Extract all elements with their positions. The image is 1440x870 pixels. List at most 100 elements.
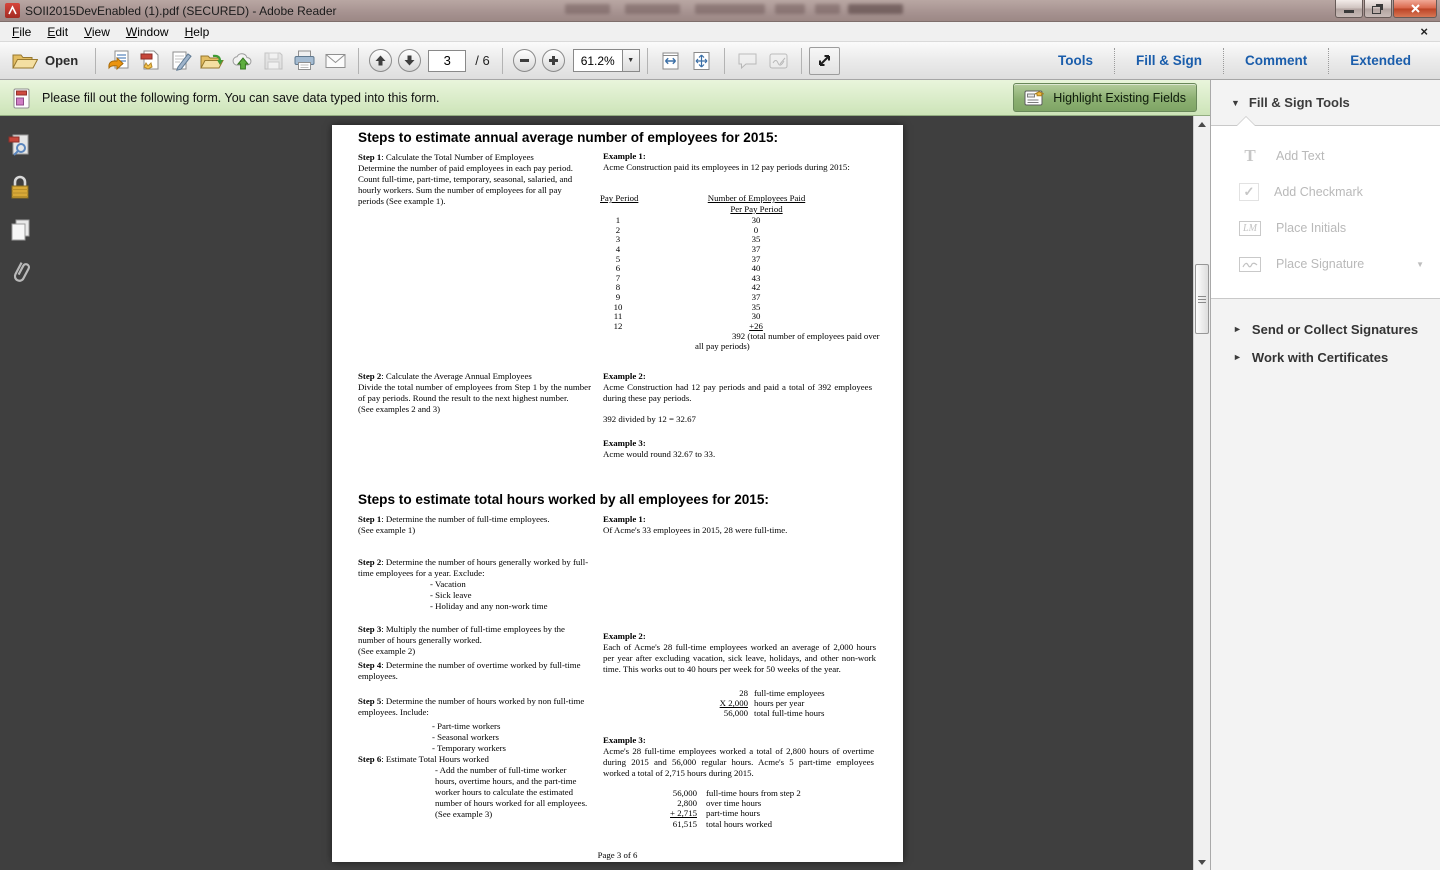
titlebar: SOII2015DevEnabled (1).pdf (SECURED) - A…: [0, 0, 1440, 22]
step-title: : Calculate the Average Annual Employees: [381, 371, 532, 381]
page-number-input[interactable]: [428, 50, 466, 72]
step-title: : Estimate Total Hours worked: [381, 754, 489, 764]
zoom-dropdown-button[interactable]: ▼: [623, 49, 640, 72]
menu-help[interactable]: Help: [177, 23, 218, 41]
save-button[interactable]: [258, 47, 289, 75]
vertical-scrollbar[interactable]: [1193, 116, 1210, 870]
menu-edit[interactable]: Edit: [39, 23, 76, 41]
scroll-down-button[interactable]: [1194, 854, 1210, 870]
section2-example1-heading: Example 1:: [603, 514, 646, 525]
next-page-button[interactable]: [398, 49, 421, 72]
titlebar-ghost: [815, 4, 840, 14]
thumb-grip: [1198, 302, 1206, 303]
fit-page-button[interactable]: [686, 47, 717, 75]
highlight-existing-fields-button[interactable]: Highlight Existing Fields: [1013, 83, 1197, 112]
fulltime-hours-calc: 28full-time employees X 2,000hours per y…: [662, 688, 825, 718]
section2-step4: Step 4: Determine the number of overtime…: [358, 660, 591, 682]
zoom-out-button[interactable]: [513, 49, 536, 72]
work-with-certificates-section[interactable]: ► Work with Certificates: [1211, 343, 1440, 371]
toolbar-separator: [502, 48, 503, 74]
close-menubar-button[interactable]: ×: [1420, 24, 1428, 39]
include-bullet: - Part-time workers: [432, 721, 591, 732]
export-pdf-icon: [107, 50, 130, 71]
send-collect-signatures-section[interactable]: ► Send or Collect Signatures: [1211, 315, 1440, 343]
minimize-button[interactable]: [1335, 0, 1363, 18]
create-pdf-button[interactable]: [134, 47, 165, 75]
sign-tool-button[interactable]: [763, 47, 794, 75]
table-row: 537: [600, 254, 830, 264]
tool-label: Place Initials: [1276, 221, 1346, 235]
email-button[interactable]: [320, 47, 351, 75]
menu-file-rest: ile: [19, 25, 31, 39]
table-row: 20: [600, 225, 830, 235]
comment-panel-button[interactable]: Comment: [1224, 53, 1328, 68]
scroll-up-button[interactable]: [1194, 116, 1210, 132]
section-label: Send or Collect Signatures: [1252, 322, 1418, 337]
zoom-in-button[interactable]: [542, 49, 565, 72]
fill-sign-tools-box: T Add Text ✓ Add Checkmark LM Place Init…: [1211, 125, 1440, 299]
place-signature-tool[interactable]: Place Signature ▼: [1211, 246, 1440, 282]
section1-step1: Step 1: Calculate the Total Number of Em…: [358, 152, 589, 207]
expand-arrow-icon: ►: [1233, 324, 1242, 334]
close-button[interactable]: [1393, 0, 1437, 18]
print-button[interactable]: [289, 47, 320, 75]
step-title: : Multiply the number of full-time emplo…: [358, 624, 565, 645]
open-button-label: Open: [45, 53, 78, 68]
section2-step3: Step 3: Multiply the number of full-time…: [358, 624, 591, 657]
menu-help-accel: H: [185, 25, 194, 39]
calc-number: 56,000: [662, 708, 748, 719]
menu-file[interactable]: File: [4, 23, 39, 41]
comment-tool-button[interactable]: [732, 47, 763, 75]
tools-button[interactable]: Tools: [1037, 53, 1114, 68]
extended-button[interactable]: Extended: [1329, 53, 1432, 68]
scroll-down-icon: [1198, 860, 1206, 865]
signature-stamp-icon: [768, 52, 789, 70]
security-settings-button[interactable]: [7, 174, 33, 202]
example2-heading: Example 2:: [603, 371, 646, 382]
calc-label: over time hours: [706, 798, 761, 808]
step-label: Step 2: [358, 371, 381, 381]
calc-label: part-time hours: [706, 808, 760, 818]
table-row: 335: [600, 234, 830, 244]
fullscreen-button[interactable]: [809, 47, 840, 75]
titlebar-ghost: [625, 4, 680, 14]
fill-sign-button[interactable]: Fill & Sign: [1115, 53, 1223, 68]
zoom-level-input[interactable]: 61.2%: [573, 49, 623, 72]
menu-window[interactable]: Window: [118, 23, 177, 41]
step-title: : Determine the number of hours worked b…: [358, 696, 584, 717]
example3-heading: Example 3:: [603, 438, 646, 449]
lock-icon: [8, 175, 32, 201]
export-pdf-button[interactable]: [103, 47, 134, 75]
form-document-icon: [12, 87, 31, 109]
open-button[interactable]: Open: [8, 48, 88, 73]
adobe-reader-window: SOII2015DevEnabled (1).pdf (SECURED) - A…: [0, 0, 1440, 870]
cloud-upload-icon: [231, 50, 255, 71]
page-preview-button[interactable]: [7, 132, 33, 160]
exclude-bullet: - Holiday and any non-work time: [430, 601, 591, 612]
calc-label: full-time hours from step 2: [706, 788, 801, 798]
attachments-button[interactable]: [7, 258, 33, 286]
scrollbar-thumb[interactable]: [1195, 264, 1209, 334]
place-initials-tool[interactable]: LM Place Initials: [1211, 210, 1440, 246]
add-checkmark-tool[interactable]: ✓ Add Checkmark: [1211, 174, 1440, 210]
share-file-button[interactable]: [196, 47, 227, 75]
calc-row: + 2,715part-time hours: [603, 808, 801, 818]
pay-period: 12: [600, 321, 636, 332]
previous-page-button[interactable]: [369, 49, 392, 72]
section2-step6: Step 6: Estimate Total Hours worked - Ad…: [358, 754, 594, 819]
restore-button[interactable]: [1364, 0, 1392, 18]
exclude-bullet: - Sick leave: [430, 590, 591, 601]
pages-icon: [8, 218, 32, 242]
menu-view[interactable]: View: [76, 23, 118, 41]
fit-width-button[interactable]: [655, 47, 686, 75]
page-count-label: / 6: [475, 53, 489, 68]
cloud-upload-button[interactable]: [227, 47, 258, 75]
toolbar-separator: [724, 48, 725, 74]
place-initials-icon: LM: [1239, 221, 1261, 236]
add-text-tool[interactable]: T Add Text: [1211, 138, 1440, 174]
signature-dropdown-icon[interactable]: ▼: [1416, 260, 1424, 269]
page-thumbnails-button[interactable]: [7, 216, 33, 244]
sign-document-button[interactable]: [165, 47, 196, 75]
titlebar-ghost: [695, 4, 765, 14]
open-folder-icon: [12, 51, 38, 70]
